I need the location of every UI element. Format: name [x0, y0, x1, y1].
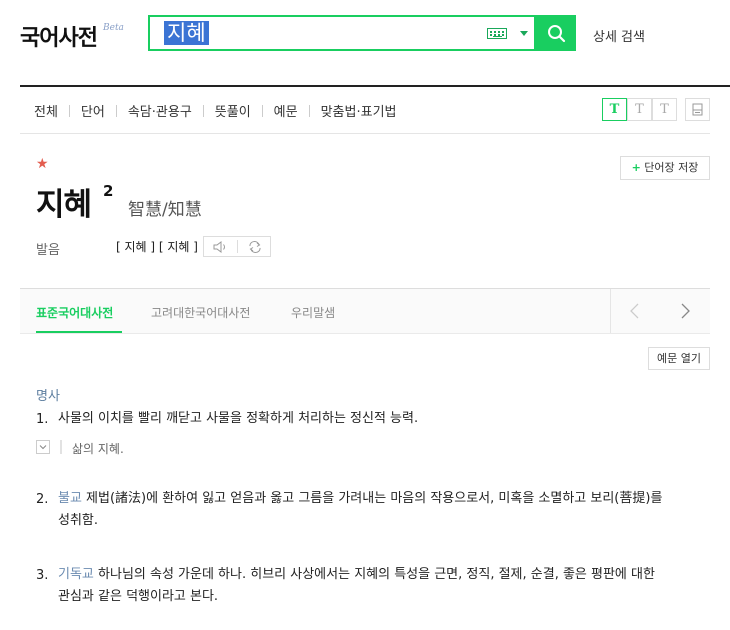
font-size-small-button[interactable]: T — [602, 98, 627, 121]
advanced-search-link[interactable]: 상세 검색 — [593, 26, 645, 45]
definition-text-line: 제법(諸法)에 환하여 잃고 얻음과 옳고 그름을 가려내는 마음의 작용으로서… — [81, 491, 663, 506]
definition-number: 1. — [36, 412, 49, 427]
definition-text-cont: 관심과 같은 덕행이라고 본다. — [58, 589, 219, 604]
plus-icon: + — [631, 161, 641, 174]
header-divider — [20, 85, 730, 87]
nav-item-spelling[interactable]: 맞춤법·표기법 — [321, 101, 397, 120]
definition-text: 불교 제법(諸法)에 환하여 잃고 얻음과 옳고 그름을 가려내는 마음의 작용… — [58, 488, 718, 510]
chevron-left-icon[interactable] — [625, 300, 645, 322]
hanja: 智慧/知慧 — [128, 200, 202, 220]
definition-text-cont: 성취함. — [58, 513, 99, 528]
nav-item-all[interactable]: 전체 — [34, 101, 58, 120]
tabs-divider — [610, 289, 611, 333]
nav-item-proverb[interactable]: 속담·관용구 — [128, 101, 192, 120]
definition-text: 사물의 이치를 빨리 깨닫고 사물을 정확하게 처리하는 정신적 능력. — [58, 411, 419, 426]
tab-korea-univ-dictionary[interactable]: 고려대한국어대사전 — [151, 304, 250, 321]
nav-separator — [68, 105, 70, 117]
nav-divider — [20, 133, 710, 134]
pronunciation-label: 발음 — [36, 243, 60, 258]
definition-number: 3. — [36, 568, 49, 583]
field-label[interactable]: 기독교 — [58, 567, 94, 582]
nav-separator — [308, 105, 310, 117]
example-open-button[interactable]: 예문 열기 — [648, 347, 710, 370]
controls-divider — [237, 240, 238, 253]
search-box[interactable]: 지혜 — [148, 15, 536, 51]
tab-standard-dictionary[interactable]: 표준국어대사전 — [36, 304, 113, 321]
keyboard-icon[interactable] — [487, 28, 507, 39]
headword: 지혜 — [36, 187, 92, 223]
dict-tabs — [20, 289, 710, 333]
definition-number: 2. — [36, 492, 49, 507]
definition-text-line: 하나님의 속성 가운데 하나. 히브리 사상에서는 지혜의 특성을 근면, 정직… — [93, 567, 655, 582]
chevron-down-icon — [39, 445, 47, 450]
tab-urimalsaem[interactable]: 우리말샘 — [291, 304, 335, 321]
definition-text: 기독교 하나님의 속성 가운데 하나. 히브리 사상에서는 지혜의 특성을 근면… — [58, 564, 718, 586]
nav-item-meaning[interactable]: 뜻풀이 — [215, 101, 251, 120]
example-bar — [60, 440, 62, 454]
nav-separator — [261, 105, 263, 117]
speaker-icon[interactable] — [212, 240, 230, 254]
beta-badge: Beta — [103, 23, 124, 33]
search-button[interactable] — [536, 15, 576, 51]
dict-tabs-bottom-border — [20, 333, 710, 334]
print-icon — [692, 103, 703, 116]
part-of-speech: 명사 — [36, 389, 60, 404]
nav-item-example[interactable]: 예문 — [274, 101, 298, 120]
logo[interactable]: 국어사전 — [20, 20, 98, 52]
font-size-large-button[interactable]: T — [652, 98, 677, 121]
print-button[interactable] — [685, 98, 710, 121]
repeat-icon[interactable] — [246, 240, 264, 254]
add-wordbook-button[interactable]: + 단어장 저장 — [620, 156, 710, 180]
pronunciation-value: [ 지혜 ] [ 지혜 ] — [116, 240, 198, 254]
field-label[interactable]: 불교 — [58, 491, 82, 506]
search-input[interactable]: 지혜 — [164, 21, 209, 45]
homonym-number: 2 — [103, 182, 114, 200]
search-icon — [548, 25, 566, 43]
chevron-right-icon[interactable] — [675, 300, 695, 322]
pronunciation-controls — [203, 236, 271, 257]
font-size-medium-button[interactable]: T — [627, 98, 652, 121]
add-wordbook-label: 단어장 저장 — [644, 161, 699, 174]
nav-separator — [202, 105, 204, 117]
example-sentence: 삶의 지혜. — [72, 442, 124, 456]
star-icon: ★ — [36, 156, 49, 172]
nav-item-word[interactable]: 단어 — [81, 101, 105, 120]
nav-separator — [115, 105, 117, 117]
chevron-down-icon[interactable] — [520, 31, 528, 36]
category-nav: 전체 단어 속담·관용구 뜻풀이 예문 맞춤법·표기법 — [34, 101, 397, 120]
example-toggle[interactable] — [36, 440, 50, 454]
